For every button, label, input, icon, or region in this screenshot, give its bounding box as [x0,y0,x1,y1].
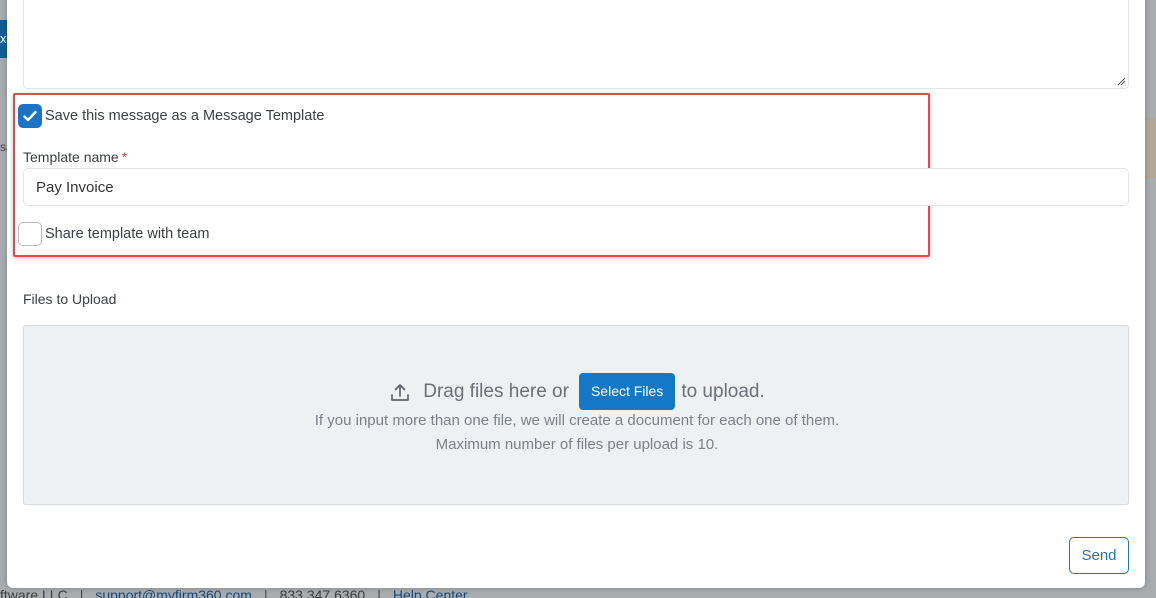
upload-note-multiple: If you input more than one file, we will… [314,412,840,429]
send-message-modal: Save this message as a Message Template … [7,0,1145,588]
footer-company: ftware LLC [0,587,68,598]
footer-separator: | [377,587,381,598]
message-textarea[interactable] [23,0,1129,89]
template-name-input[interactable] [23,168,1129,206]
footer-separator: | [79,587,84,598]
file-drop-zone[interactable]: Drag files here or Select Files to uploa… [23,325,1129,505]
footer-support-link[interactable]: support@myfirm360.com [95,587,252,598]
to-upload-text: to upload. [681,380,765,402]
files-to-upload-label: Files to Upload [23,291,117,307]
upload-icon [391,383,410,401]
checkmark-icon [23,110,37,122]
footer-separator: | [263,587,268,598]
share-template-label[interactable]: Share template with team [45,226,209,242]
save-template-checkbox[interactable] [18,104,42,128]
save-template-label[interactable]: Save this message as a Message Template [45,108,324,124]
upload-note-max: Maximum number of files per upload is 10… [435,436,719,453]
required-marker: * [121,149,128,165]
send-button[interactable]: Send [1069,537,1129,574]
footer-phone: 833.347.6360 [279,587,366,598]
select-files-button[interactable]: Select Files [578,373,676,410]
template-name-label-text: Template name [23,149,119,165]
share-template-checkbox[interactable] [18,222,42,246]
drag-files-text: Drag files here or [423,380,569,402]
template-name-label: Template name * [23,149,127,165]
resize-handle-icon[interactable] [1116,76,1126,86]
upload-prompt: Drag files here or Select Files to uploa… [24,373,1130,410]
footer-help-link[interactable]: Help Center [393,587,468,598]
background-tab-label: x [0,31,7,46]
